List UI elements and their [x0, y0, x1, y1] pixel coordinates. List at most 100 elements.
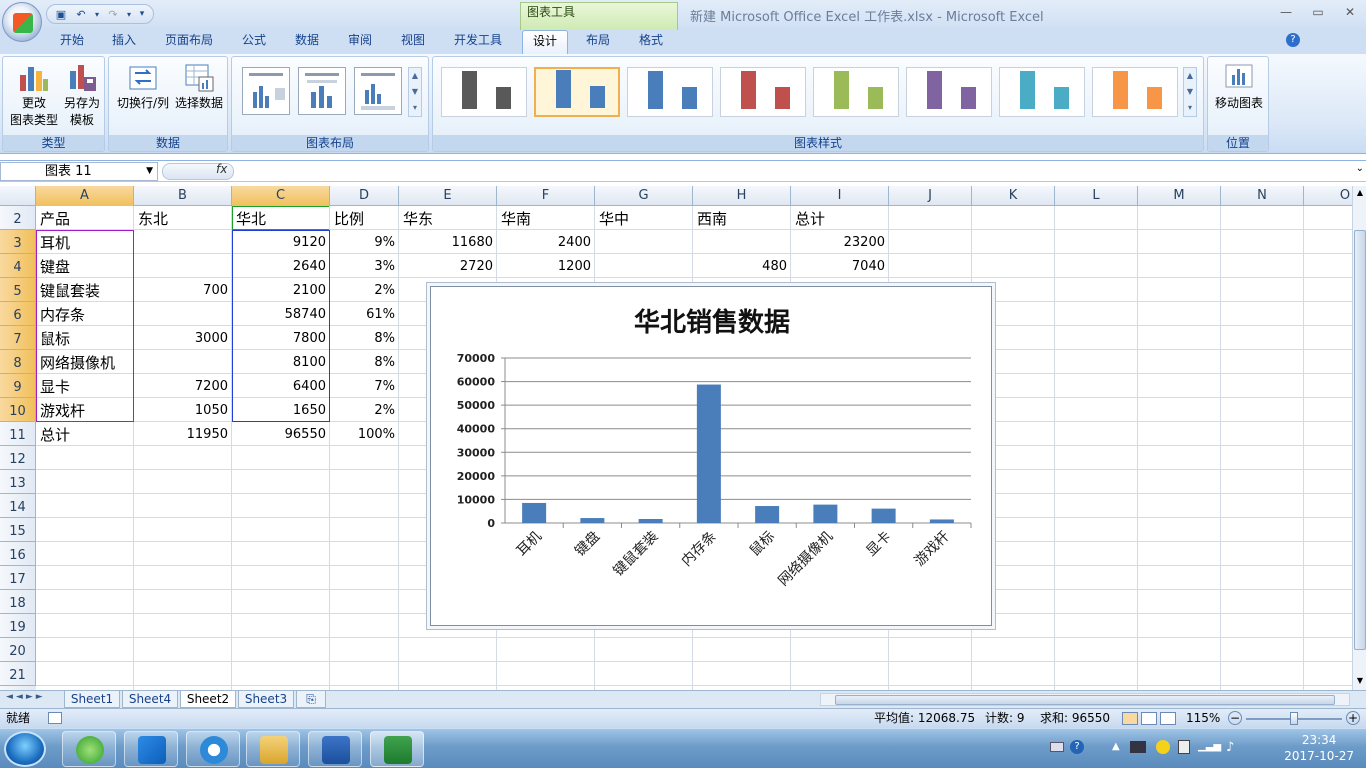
tab-page-layout[interactable]: 页面布局: [158, 30, 220, 54]
cell[interactable]: 6400: [232, 374, 330, 398]
minimize-button[interactable]: —: [1270, 0, 1302, 24]
taskbar-word[interactable]: [308, 731, 362, 767]
column-header-a[interactable]: A: [36, 186, 134, 206]
cell[interactable]: 23200: [791, 230, 889, 254]
insert-function-icon[interactable]: fx: [216, 162, 227, 176]
cell[interactable]: 2100: [232, 278, 330, 302]
cell[interactable]: 1050: [134, 398, 232, 422]
cell[interactable]: 鼠标: [36, 326, 134, 350]
cell[interactable]: 58740: [232, 302, 330, 326]
row-header-17[interactable]: 17: [0, 566, 36, 590]
cell[interactable]: 7040: [791, 254, 889, 278]
row-header-21[interactable]: 21: [0, 662, 36, 686]
tab-insert[interactable]: 插入: [104, 30, 144, 54]
save-icon[interactable]: ▣: [53, 7, 69, 21]
chart-style-2[interactable]: [534, 67, 620, 117]
cell[interactable]: 耳机: [36, 230, 134, 254]
zoom-out-icon[interactable]: −: [1228, 711, 1242, 725]
scroll-up-icon[interactable]: ▲: [1354, 188, 1366, 200]
tab-home[interactable]: 开始: [52, 30, 92, 54]
row-header-9[interactable]: 9: [0, 374, 36, 398]
zoom-slider-thumb[interactable]: [1290, 712, 1298, 725]
column-header-f[interactable]: F: [497, 186, 595, 206]
taskbar-ie[interactable]: [62, 731, 116, 767]
cell[interactable]: 9120: [232, 230, 330, 254]
row-header-6[interactable]: 6: [0, 302, 36, 326]
column-header-g[interactable]: G: [595, 186, 693, 206]
network-icon[interactable]: ▁▃▅: [1198, 741, 1221, 752]
chart-object[interactable]: 华北销售数据 0 10000 20000 30000 40000 50000 60000 700…: [430, 286, 992, 626]
cell[interactable]: 游戏杆: [36, 398, 134, 422]
column-header-l[interactable]: L: [1055, 186, 1138, 206]
row-header-12[interactable]: 12: [0, 446, 36, 470]
cell[interactable]: 西南: [693, 206, 791, 230]
chevron-down-icon[interactable]: ▼: [146, 163, 153, 180]
cell[interactable]: 7800: [232, 326, 330, 350]
sheet-tab[interactable]: Sheet4: [122, 691, 178, 708]
redo-icon[interactable]: ↷: [105, 7, 121, 21]
zoom-level[interactable]: 115%: [1186, 709, 1220, 728]
column-header-k[interactable]: K: [972, 186, 1055, 206]
close-button[interactable]: ✕: [1334, 0, 1366, 24]
column-header-i[interactable]: I: [791, 186, 889, 206]
cell[interactable]: 96550: [232, 422, 330, 446]
chart-style-1[interactable]: [441, 67, 527, 117]
scroll-down-icon[interactable]: ▼: [1354, 676, 1366, 688]
column-header-n[interactable]: N: [1221, 186, 1304, 206]
dropdown-icon[interactable]: ▾: [93, 7, 101, 21]
cell[interactable]: 2%: [330, 278, 399, 302]
page-break-view-icon[interactable]: [1160, 712, 1176, 725]
row-header-16[interactable]: 16: [0, 542, 36, 566]
taskbar-messenger[interactable]: [124, 731, 178, 767]
security-icon[interactable]: [1156, 740, 1170, 754]
cell[interactable]: 总计: [791, 206, 889, 230]
row-header-5[interactable]: 5: [0, 278, 36, 302]
expand-formula-bar-icon[interactable]: ⌄: [1356, 163, 1364, 174]
cell[interactable]: 1200: [497, 254, 595, 278]
cell[interactable]: 100%: [330, 422, 399, 446]
cell[interactable]: 产品: [36, 206, 134, 230]
tab-developer[interactable]: 开发工具: [446, 30, 510, 54]
chart-style-4[interactable]: [720, 67, 806, 117]
tab-layout[interactable]: 布局: [578, 30, 618, 54]
cell[interactable]: 华南: [497, 206, 595, 230]
row-header-13[interactable]: 13: [0, 470, 36, 494]
cell[interactable]: 华北: [232, 206, 330, 230]
cell[interactable]: 8100: [232, 350, 330, 374]
vertical-scroll-thumb[interactable]: [1354, 230, 1366, 650]
cell[interactable]: 2640: [232, 254, 330, 278]
cell[interactable]: 华东: [399, 206, 497, 230]
row-header-19[interactable]: 19: [0, 614, 36, 638]
layout-gallery-scroll[interactable]: ▲ ▼ ▾: [408, 67, 422, 117]
start-button[interactable]: [4, 731, 46, 767]
cell[interactable]: 2400: [497, 230, 595, 254]
customize-qat-icon[interactable]: ▾: [137, 7, 147, 21]
cell[interactable]: 11680: [399, 230, 497, 254]
row-header-7[interactable]: 7: [0, 326, 36, 350]
style-gallery-scroll[interactable]: ▲ ▼ ▾: [1183, 67, 1197, 117]
taskbar-cloud[interactable]: [186, 731, 240, 767]
maximize-button[interactable]: ▭: [1302, 0, 1334, 24]
cell[interactable]: 键鼠套装: [36, 278, 134, 302]
row-header-3[interactable]: 3: [0, 230, 36, 254]
cell[interactable]: 内存条: [36, 302, 134, 326]
cell[interactable]: 9%: [330, 230, 399, 254]
taskbar-explorer[interactable]: [246, 731, 300, 767]
name-box[interactable]: 图表 11 ▼: [0, 162, 158, 181]
macro-record-icon[interactable]: [48, 712, 62, 724]
horizontal-scrollbar[interactable]: [820, 693, 1350, 706]
switch-row-column-button[interactable]: 切换行/列: [113, 59, 173, 112]
sheet-tab[interactable]: Sheet3: [238, 691, 294, 708]
device-icon[interactable]: [1178, 740, 1190, 754]
insert-sheet-icon[interactable]: ⎘: [296, 691, 326, 708]
cell[interactable]: 1650: [232, 398, 330, 422]
cell[interactable]: 3000: [134, 326, 232, 350]
sheet-tab[interactable]: Sheet1: [64, 691, 120, 708]
cell[interactable]: 61%: [330, 302, 399, 326]
cell[interactable]: 700: [134, 278, 232, 302]
cell[interactable]: 2720: [399, 254, 497, 278]
zoom-in-icon[interactable]: +: [1346, 711, 1360, 725]
sheet-tab-active[interactable]: Sheet2: [180, 691, 236, 708]
cell[interactable]: 8%: [330, 326, 399, 350]
vertical-scrollbar[interactable]: ▲ ▼: [1352, 186, 1366, 690]
